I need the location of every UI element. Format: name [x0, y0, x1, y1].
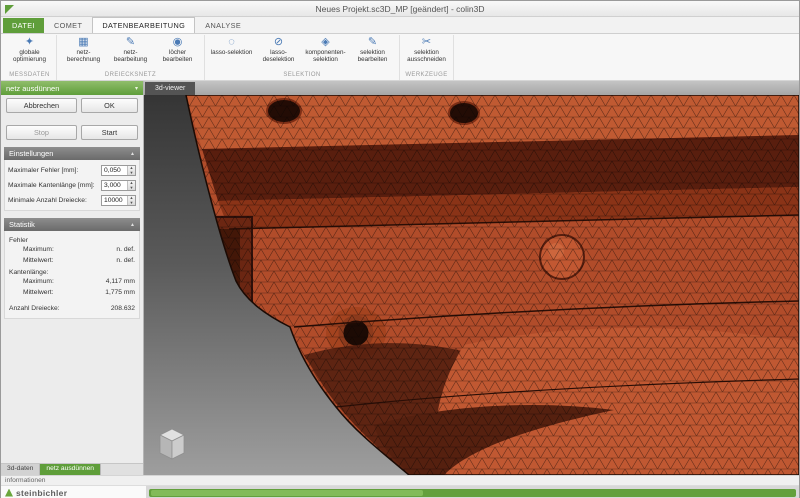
field-max-kantenlaenge: Maximale Kantenlänge [mm]: 3,000 ▲ ▼	[8, 178, 136, 193]
max-fehler-input[interactable]: 0,050 ▲ ▼	[101, 165, 136, 176]
settings-fields: Maximaler Fehler [mm]: 0,050 ▲ ▼ Maximal…	[4, 160, 140, 211]
tab-datenbearbeitung[interactable]: DATENBEARBEITUNG	[92, 17, 196, 33]
stat-group-kantenlaenge: Kantenlänge:	[9, 269, 49, 276]
stat-row: Maximum: 4,117 mm	[23, 278, 135, 285]
field-max-fehler: Maximaler Fehler [mm]: 0,050 ▲ ▼	[8, 163, 136, 178]
holes-icon: ◉	[172, 36, 183, 48]
viewer-tab-bar: 3d-viewer	[144, 81, 799, 95]
bottom-scrollbar-track[interactable]	[146, 486, 799, 498]
einstellungen-section-header[interactable]: Einstellungen ▲	[4, 147, 140, 160]
brand-logo: steinbichler	[1, 486, 146, 498]
spin-down-icon[interactable]: ▼	[128, 200, 135, 206]
ribbon: ✦ globale optimierung MESSDATEN ▦ netz-b…	[1, 34, 799, 81]
ribbon-group-dreiecksnetz: ▦ netz-berechnung ✎ netz-bearbeitung ◉ l…	[57, 35, 205, 80]
ribbon-group-selektion: ◌ lasso-selektion ⊘ lasso-deselektion ◈ …	[205, 35, 400, 80]
collapse-icon[interactable]: ▲	[130, 151, 135, 157]
group-label-werkzeuge: WERKZEUGE	[405, 72, 448, 78]
scrollbar-thumb[interactable]	[151, 489, 423, 496]
netz-berechnung-button[interactable]: ▦ netz-berechnung	[60, 35, 107, 63]
steinbichler-logo-icon	[5, 488, 13, 497]
stop-button[interactable]: Stop	[6, 125, 77, 140]
tab-datei[interactable]: DATEI	[3, 18, 44, 33]
selektion-bearbeiten-button[interactable]: ✎ selektion bearbeiten	[349, 35, 396, 63]
selection-edit-icon: ✎	[367, 36, 378, 48]
title-bar: Neues Projekt.sc3D_MP [geändert] - colin…	[1, 1, 799, 17]
statistik-section-header[interactable]: Statistik ▲	[4, 218, 140, 231]
selektion-ausschneiden-button[interactable]: ✂ selektion ausschneiden	[403, 35, 450, 63]
ribbon-group-werkzeuge: ✂ selektion ausschneiden WERKZEUGE	[400, 35, 454, 80]
field-min-dreiecke: Minimale Anzahl Dreiecke: 10000 ▲ ▼	[8, 193, 136, 208]
panel-menu-icon[interactable]: ▾	[135, 85, 138, 92]
lasso-deselect-icon: ⊘	[273, 36, 284, 48]
ribbon-tab-bar: DATEI COMET DATENBEARBEITUNG ANALYSE	[1, 17, 799, 34]
optimize-icon: ✦	[24, 36, 35, 48]
max-kantenlaenge-input[interactable]: 3,000 ▲ ▼	[101, 180, 136, 191]
3d-mesh[interactable]	[144, 95, 799, 475]
stat-total-row: Anzahl Dreiecke: 208.632	[9, 305, 135, 312]
panel-tab-bar: 3d-daten netz ausdünnen	[1, 463, 143, 475]
selection-cut-icon: ✂	[421, 36, 432, 48]
mesh-edit-icon: ✎	[125, 36, 136, 48]
component-select-icon: ◈	[321, 36, 330, 48]
tab-3d-viewer[interactable]: 3d-viewer	[145, 82, 196, 95]
stat-row: Mittelwert: n. def.	[23, 257, 135, 264]
tab-comet[interactable]: COMET	[45, 18, 91, 33]
lasso-select-icon: ◌	[228, 36, 235, 48]
statistics-box: Fehler Maximum: n. def. Mittelwert: n. d…	[4, 231, 140, 319]
status-bar: steinbichler	[1, 485, 799, 498]
3d-viewport[interactable]	[144, 95, 799, 475]
panel-header[interactable]: netz ausdünnen ▾	[1, 81, 143, 95]
stat-row: Maximum: n. def.	[23, 246, 135, 253]
bottom-scrollbar[interactable]	[149, 488, 796, 497]
info-strip: informationen	[1, 475, 799, 485]
brand-name: steinbichler	[16, 487, 68, 498]
tab-3d-daten[interactable]: 3d-daten	[1, 464, 41, 475]
panel-title: netz ausdünnen	[6, 83, 60, 93]
loecher-bearbeiten-button[interactable]: ◉ löcher bearbeiten	[154, 35, 201, 63]
ribbon-group-messdaten: ✦ globale optimierung MESSDATEN	[3, 35, 57, 80]
tool-panel: netz ausdünnen ▾ Abbrechen OK Stop Start…	[1, 81, 144, 475]
informationen-label[interactable]: informationen	[5, 477, 46, 484]
lasso-selektion-button[interactable]: ◌ lasso-selektion	[208, 35, 255, 56]
group-label-selektion: SELEKTION	[283, 72, 321, 78]
spinner-buttons[interactable]: ▲ ▼	[127, 195, 135, 206]
stat-group-fehler: Fehler	[9, 237, 28, 244]
collapse-icon[interactable]: ▲	[130, 222, 135, 228]
spin-down-icon[interactable]: ▼	[128, 170, 135, 176]
window-title: Neues Projekt.sc3D_MP [geändert] - colin…	[315, 3, 485, 14]
lasso-deselektion-button[interactable]: ⊘ lasso-deselektion	[255, 35, 302, 63]
tab-analyse[interactable]: ANALYSE	[196, 18, 250, 33]
start-button[interactable]: Start	[80, 125, 138, 140]
group-label-messdaten: MESSDATEN	[9, 72, 50, 78]
spinner-buttons[interactable]: ▲ ▼	[127, 180, 135, 191]
abbrechen-button[interactable]: Abbrechen	[6, 98, 77, 113]
komponenten-selektion-button[interactable]: ◈ komponenten-selektion	[302, 35, 349, 63]
globale-optimierung-button[interactable]: ✦ globale optimierung	[6, 35, 53, 63]
spin-down-icon[interactable]: ▼	[128, 185, 135, 191]
spinner-buttons[interactable]: ▲ ▼	[127, 165, 135, 176]
group-label-dreiecksnetz: DREIECKSNETZ	[104, 72, 157, 78]
tab-netz-ausduennen[interactable]: netz ausdünnen	[40, 464, 102, 475]
min-dreiecke-input[interactable]: 10000 ▲ ▼	[101, 195, 136, 206]
ok-button[interactable]: OK	[80, 98, 138, 113]
app-logo-icon	[5, 5, 14, 14]
netz-bearbeitung-button[interactable]: ✎ netz-bearbeitung	[107, 35, 154, 63]
stat-row: Mittelwert: 1,775 mm	[23, 289, 135, 296]
mesh-compute-icon: ▦	[78, 36, 89, 48]
orientation-cube[interactable]	[159, 428, 185, 460]
